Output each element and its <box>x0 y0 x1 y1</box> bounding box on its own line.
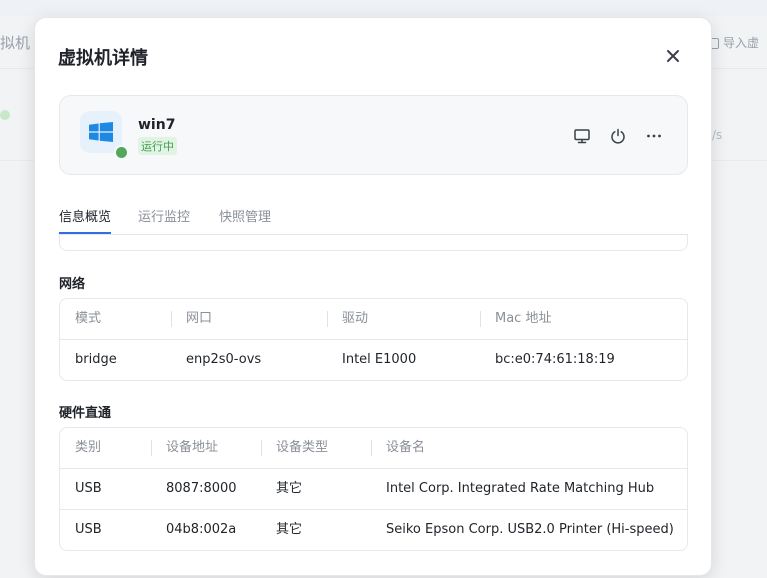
more-icon[interactable] <box>645 127 663 145</box>
table-cell: 04b8:002a <box>166 522 237 537</box>
background-import-label: 导入虚 <box>723 36 760 50</box>
column-divider <box>151 440 152 456</box>
close-icon[interactable] <box>663 46 683 66</box>
background-import-button[interactable]: 导入虚 <box>708 34 759 51</box>
table-row: bridge enp2s0-ovs Intel E1000 bc:e0:74:6… <box>60 339 687 380</box>
table-cell: USB <box>75 481 102 496</box>
column-header: 模式 <box>75 311 102 326</box>
column-divider <box>261 440 262 456</box>
passthrough-table: 类别 设备地址 设备类型 设备名 USB 8087:8000 其它 Intel … <box>59 427 688 551</box>
column-header: 类别 <box>75 440 102 455</box>
network-section-title: 网络 <box>59 277 86 292</box>
column-divider <box>327 311 328 327</box>
passthrough-section-title: 硬件直通 <box>59 406 112 421</box>
table-cell: Seiko Epson Corp. USB2.0 Printer (Hi-spe… <box>386 522 674 537</box>
detail-tabs: 信息概览 运行监控 快照管理 <box>59 206 688 235</box>
column-header: 驱动 <box>342 311 369 326</box>
table-cell: USB <box>75 522 102 537</box>
column-divider <box>371 440 372 456</box>
tab-snapshots[interactable]: 快照管理 <box>219 206 271 233</box>
column-header: 设备名 <box>386 440 426 455</box>
tab-monitoring[interactable]: 运行监控 <box>138 206 190 233</box>
column-header: Mac 地址 <box>495 311 552 326</box>
background-top-bar <box>0 0 767 16</box>
background-page-title: 拟机 <box>0 34 31 52</box>
vm-details-modal: 虚拟机详情 win7 运行中 信息概览 运行监控 快照管理 网络 模式 网口 驱… <box>34 17 712 576</box>
background-stray-text: /s <box>712 128 723 142</box>
table-cell: enp2s0-ovs <box>186 352 262 367</box>
table-cell: Intel Corp. Integrated Rate Matching Hub <box>386 481 655 496</box>
column-divider <box>171 311 172 327</box>
table-cell: 其它 <box>276 481 303 496</box>
column-header: 网口 <box>186 311 213 326</box>
table-cell: bc:e0:74:61:18:19 <box>495 352 615 367</box>
column-header: 设备类型 <box>276 440 329 455</box>
modal-title: 虚拟机详情 <box>58 48 148 69</box>
table-header-row: 类别 设备地址 设备类型 设备名 <box>60 428 687 468</box>
table-cell: bridge <box>75 352 117 367</box>
table-cell: Intel E1000 <box>342 352 417 367</box>
table-row: USB 04b8:002a 其它 Seiko Epson Corp. USB2.… <box>60 509 687 550</box>
table-cell: 其它 <box>276 522 303 537</box>
vm-name: win7 <box>138 117 176 133</box>
column-header: 设备地址 <box>166 440 219 455</box>
status-badge: 运行中 <box>138 137 177 155</box>
power-icon[interactable] <box>609 127 627 145</box>
table-row: USB 8087:8000 其它 Intel Corp. Integrated … <box>60 468 687 509</box>
vm-summary-card: win7 运行中 <box>59 95 688 175</box>
table-cell: 8087:8000 <box>166 481 237 496</box>
console-icon[interactable] <box>573 127 591 145</box>
running-status-dot <box>114 145 129 160</box>
background-status-dot <box>0 110 10 120</box>
previous-section-card-bottom <box>59 234 688 251</box>
tab-overview[interactable]: 信息概览 <box>59 206 112 234</box>
network-table: 模式 网口 驱动 Mac 地址 bridge enp2s0-ovs Intel … <box>59 298 688 381</box>
column-divider <box>480 311 481 327</box>
table-header-row: 模式 网口 驱动 Mac 地址 <box>60 299 687 339</box>
